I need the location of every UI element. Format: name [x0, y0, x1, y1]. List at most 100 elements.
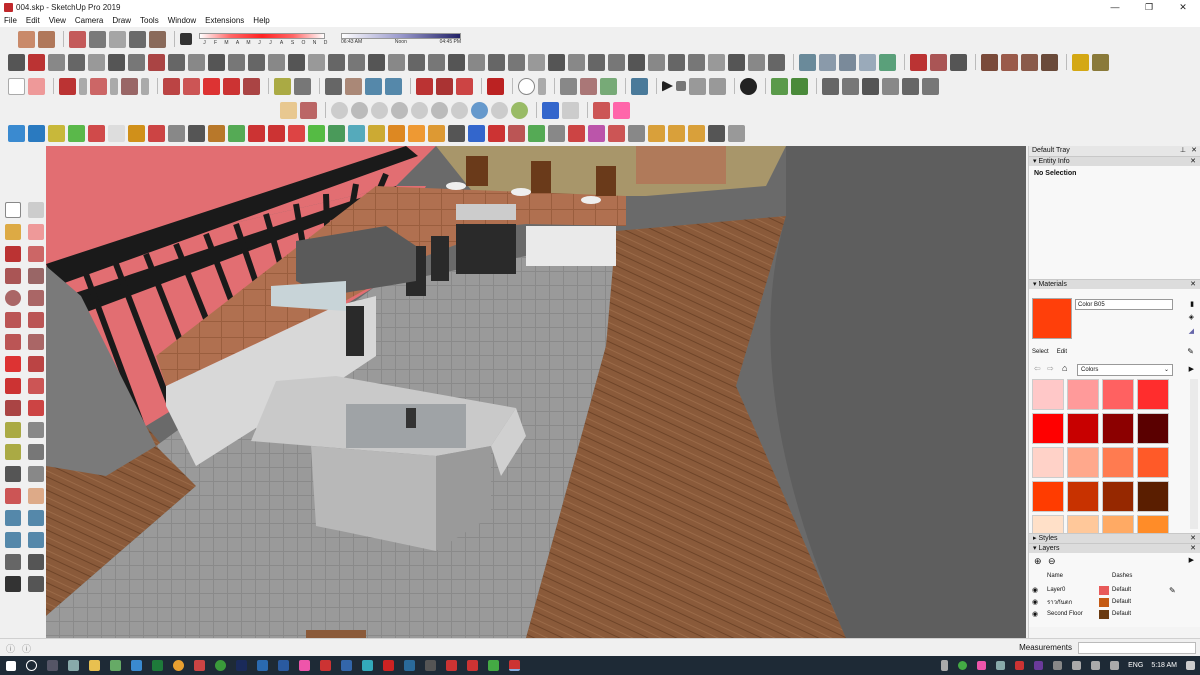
- sphere-icon[interactable]: [859, 53, 876, 71]
- search-icon[interactable]: [26, 660, 37, 671]
- soften-icon[interactable]: [431, 101, 448, 119]
- measurements-input[interactable]: [1078, 642, 1196, 654]
- gift-icon[interactable]: [568, 124, 585, 142]
- follow-me-left-icon[interactable]: [28, 378, 44, 394]
- whatsapp-icon[interactable]: [215, 660, 226, 671]
- settings-gear-icon[interactable]: [740, 77, 757, 95]
- cross-red-icon[interactable]: [288, 124, 305, 142]
- material-swatch[interactable]: [1102, 481, 1134, 512]
- round-edge-icon[interactable]: [351, 101, 368, 119]
- rotate-icon[interactable]: [223, 77, 240, 95]
- layer-row[interactable]: ◉ Layer0 Default ✎: [1032, 584, 1192, 596]
- shadow-toggle-icon[interactable]: [180, 33, 192, 45]
- excel-icon[interactable]: [152, 660, 163, 671]
- menu-draw[interactable]: Draw: [112, 16, 131, 25]
- subdivide-icon[interactable]: [408, 53, 425, 71]
- display-secondary-icon[interactable]: ◈: [1189, 313, 1194, 321]
- file-explorer-icon[interactable]: [89, 660, 100, 671]
- close-button[interactable]: ✕: [1166, 0, 1200, 14]
- word-icon[interactable]: [278, 660, 289, 671]
- back-view-icon[interactable]: [902, 77, 919, 95]
- transform-icon[interactable]: [548, 124, 565, 142]
- select-icon[interactable]: [8, 77, 25, 95]
- cup-icon[interactable]: [508, 124, 525, 142]
- shape-dropdown-icon[interactable]: [141, 77, 149, 95]
- stretch-icon[interactable]: [588, 53, 605, 71]
- rotate-left-icon[interactable]: [5, 378, 21, 394]
- bevel-icon[interactable]: [391, 101, 408, 119]
- default-material-icon[interactable]: ◢: [1189, 327, 1194, 335]
- draw-line-icon[interactable]: [68, 53, 85, 71]
- app-blue-icon[interactable]: [257, 660, 268, 671]
- pushpull-advanced-icon[interactable]: [981, 53, 998, 71]
- layer-details-icon[interactable]: ▶: [1189, 556, 1194, 564]
- pan-icon[interactable]: [345, 77, 362, 95]
- arc-dropdown-icon[interactable]: [110, 77, 118, 95]
- tab-edit[interactable]: Edit: [1057, 349, 1067, 355]
- menu-tools[interactable]: Tools: [140, 16, 159, 25]
- tray-green-icon[interactable]: [958, 661, 968, 670]
- shell-icon[interactable]: [328, 53, 345, 71]
- pushpull-left-icon[interactable]: [28, 356, 44, 372]
- circle-edge-icon[interactable]: [491, 101, 508, 119]
- unfold-icon[interactable]: [388, 53, 405, 71]
- app-pink-icon[interactable]: [299, 660, 310, 671]
- undo-red-icon[interactable]: [488, 124, 505, 142]
- chamfer-icon[interactable]: [148, 53, 165, 71]
- entity-info-header[interactable]: ▾ Entity Info ✕: [1029, 156, 1200, 166]
- connect-icon[interactable]: [542, 101, 559, 119]
- menu-file[interactable]: File: [4, 16, 17, 25]
- delete-layer-icon[interactable]: ⊖: [1048, 556, 1056, 567]
- orbit-left-icon[interactable]: [5, 488, 21, 504]
- torus-icon[interactable]: [879, 53, 896, 71]
- app-red-icon[interactable]: [194, 660, 205, 671]
- task-view-icon[interactable]: [47, 660, 58, 671]
- arc-icon[interactable]: [88, 53, 105, 71]
- dots-icon[interactable]: [268, 124, 285, 142]
- warehouse-3d-icon[interactable]: [416, 77, 433, 95]
- grid-icon[interactable]: [628, 124, 645, 142]
- iso-view-icon[interactable]: [822, 77, 839, 95]
- front-view-icon[interactable]: [862, 77, 879, 95]
- cage-icon[interactable]: [728, 53, 745, 71]
- ring-icon[interactable]: [562, 101, 579, 119]
- material-swatch[interactable]: [1032, 447, 1064, 478]
- forward-arrow-icon[interactable]: ⇨: [1047, 364, 1054, 373]
- clock[interactable]: 5:18 AM: [1151, 662, 1177, 669]
- photoshop-icon[interactable]: [236, 660, 247, 671]
- dome-icon[interactable]: [348, 124, 365, 142]
- layer-name[interactable]: ราวกันตก: [1041, 597, 1099, 607]
- intersect-solid-icon[interactable]: [88, 124, 105, 142]
- scene-render[interactable]: [46, 146, 1026, 638]
- tray-pink-icon[interactable]: [977, 661, 987, 670]
- wrap-icon[interactable]: [748, 53, 765, 71]
- section-icon[interactable]: [129, 30, 146, 48]
- eraser-icon[interactable]: [28, 77, 45, 95]
- right-view-icon[interactable]: [882, 77, 899, 95]
- solid-tools-icon[interactable]: [8, 124, 25, 142]
- layer-add-icon[interactable]: [791, 77, 808, 95]
- material-swatch[interactable]: [1102, 447, 1134, 478]
- bend-icon[interactable]: [608, 53, 625, 71]
- explode-icon[interactable]: [488, 53, 505, 71]
- profile-icon[interactable]: [248, 53, 265, 71]
- scale-left-icon[interactable]: [5, 400, 21, 416]
- frame-icon[interactable]: [168, 124, 185, 142]
- scale-icon[interactable]: [548, 53, 565, 71]
- zoom-icon[interactable]: [365, 77, 382, 95]
- arc-left-icon[interactable]: [5, 312, 21, 328]
- upload-icon[interactable]: [436, 77, 453, 95]
- visibility-eye-icon[interactable]: ◉: [1032, 610, 1041, 618]
- onenote-icon[interactable]: [1034, 661, 1044, 670]
- subtract-icon[interactable]: [68, 124, 85, 142]
- push-pull-icon[interactable]: [163, 77, 180, 95]
- component-icon[interactable]: [910, 53, 927, 71]
- freehand-icon[interactable]: [28, 246, 44, 262]
- zoom-window-icon[interactable]: [28, 510, 44, 526]
- mirror-icon[interactable]: [508, 53, 525, 71]
- tab-select[interactable]: Select: [1032, 349, 1049, 355]
- menu-extensions[interactable]: Extensions: [205, 16, 244, 25]
- maximize-button[interactable]: ❐: [1132, 0, 1166, 14]
- material-swatch[interactable]: [1032, 379, 1064, 410]
- tray-grey-icon[interactable]: [1053, 661, 1063, 670]
